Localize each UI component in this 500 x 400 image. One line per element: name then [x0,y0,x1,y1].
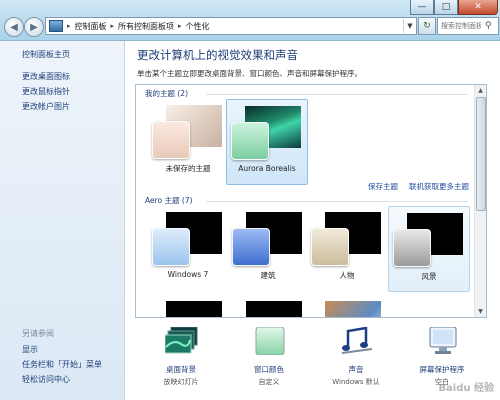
theme-thumbnail [246,301,302,317]
theme-unsaved[interactable]: 未保存的主题 [148,99,228,183]
link-ease-of-access[interactable]: 轻松访问中心 [22,374,70,385]
breadcrumb-chevron-icon[interactable]: ▸ [111,22,115,30]
search-input[interactable] [438,21,483,31]
scroll-down-icon[interactable]: ▼ [475,306,486,317]
search-icon[interactable]: ⚲ [485,21,492,31]
vertical-scrollbar[interactable]: ▲ ▼ [474,85,486,317]
theme-landscapes[interactable]: 风景 [388,206,470,292]
music-notes-icon [341,327,373,354]
forward-arrow-icon: ▶ [30,21,38,33]
setting-label: 窗口颜色 [254,365,284,374]
get-more-themes-link[interactable]: 联机获取更多主题 [409,181,469,192]
save-theme-link[interactable]: 保存主题 [368,181,398,192]
address-bar[interactable]: ▸ 控制面板 ▸ 所有控制面板项 ▸ 个性化 ▼ [45,17,417,35]
search-box[interactable]: ⚲ [437,17,499,35]
theme-label: 建筑 [260,271,276,280]
setting-sublabel: 自定义 [258,378,280,386]
theme-row-partial[interactable] [148,295,228,317]
refresh-icon: ↻ [423,21,431,31]
theme-thumbnail [166,301,222,317]
section-divider [206,94,468,95]
link-display[interactable]: 显示 [22,344,38,355]
window-color-setting[interactable]: 窗口颜色 自定义 [234,327,304,397]
theme-windows-7[interactable]: Windows 7 [148,206,228,290]
window-color-icon [255,327,285,355]
back-arrow-icon: ◀ [10,21,18,33]
desktop-background-setting[interactable]: 桌面背景 放映幻灯片 [146,327,216,397]
title-address-bar: — □ ✕ ◀ ▶ ▸ 控制面板 ▸ 所有控制面板项 ▸ 个性化 ▼ ↻ ⚲ [0,0,500,41]
theme-label: 未保存的主题 [165,164,211,173]
page-title: 更改计算机上的视觉效果和声音 [137,48,298,62]
setting-sublabel: 放映幻灯片 [163,378,199,386]
theme-list[interactable]: 我的主题 (2) 未保存的主题 Aurora Borealis 保存主题 联机获… [135,84,487,318]
page-description: 单击某个主题立即更改桌面背景、窗口颜色、声音和屏幕保护程序。 [137,69,362,78]
window-color-swatch [152,121,190,159]
window-color-swatch [232,228,270,266]
address-dropdown-icon[interactable]: ▼ [403,19,416,33]
theme-row-partial[interactable] [228,295,308,317]
sounds-setting[interactable]: 声音 Windows 默认 [321,327,391,397]
theme-thumbnail [325,301,381,317]
theme-characters[interactable]: 人物 [307,206,387,290]
section-divider [206,201,468,202]
screen-saver-icon [429,327,457,354]
main-pane: 更改计算机上的视觉效果和声音 单击某个主题立即更改桌面背景、窗口颜色、声音和屏幕… [125,41,500,400]
breadcrumb-chevron-icon[interactable]: ▸ [178,22,182,30]
window-color-swatch [311,228,349,266]
theme-label: 风景 [421,272,437,281]
setting-sublabel: Windows 默认 [332,378,380,386]
theme-label: 人物 [339,271,355,280]
window-color-swatch [152,228,190,266]
theme-architecture[interactable]: 建筑 [228,206,308,290]
window-color-swatch [231,122,269,160]
link-change-account-picture[interactable]: 更改帐户图片 [22,101,70,112]
breadcrumb-all-items[interactable]: 所有控制面板项 [118,21,174,32]
link-change-desktop-icons[interactable]: 更改桌面图标 [22,71,70,82]
window-color-swatch [393,229,431,267]
forward-button[interactable]: ▶ [24,17,44,37]
scroll-up-icon[interactable]: ▲ [475,85,486,96]
setting-label: 屏幕保护程序 [419,365,465,374]
link-change-mouse-pointers[interactable]: 更改鼠标指针 [22,86,70,97]
see-also-heading: 另请参阅 [22,329,54,338]
close-button[interactable]: ✕ [458,0,498,15]
back-button[interactable]: ◀ [4,17,24,37]
theme-row-partial[interactable] [307,295,387,317]
window-controls: — □ ✕ [410,0,498,15]
desktop-background-icon [165,327,198,354]
aero-themes-heading: Aero 主题 (7) [145,196,193,205]
maximize-button[interactable]: □ [434,0,458,15]
breadcrumb-chevron-icon[interactable]: ▸ [67,22,71,30]
scrollbar-thumb[interactable] [476,97,486,211]
setting-label: 声音 [348,365,364,374]
setting-label: 桌面背景 [166,365,196,374]
refresh-button[interactable]: ↻ [418,17,436,35]
left-pane: 控制面板主页 更改桌面图标 更改鼠标指针 更改帐户图片 另请参阅 显示 任务栏和… [0,41,125,400]
minimize-button[interactable]: — [410,0,434,15]
personalization-window: — □ ✕ ◀ ▶ ▸ 控制面板 ▸ 所有控制面板项 ▸ 个性化 ▼ ↻ ⚲ 控… [0,0,500,400]
theme-label: Windows 7 [167,270,209,279]
link-control-panel-home[interactable]: 控制面板主页 [22,49,70,60]
control-panel-icon [49,20,63,32]
theme-aurora-borealis[interactable]: Aurora Borealis [226,99,308,185]
breadcrumb-personalization[interactable]: 个性化 [186,21,210,32]
breadcrumb-control-panel[interactable]: 控制面板 [75,21,107,32]
my-themes-heading: 我的主题 (2) [145,89,189,98]
watermark: Baidu 经验 [438,383,494,394]
link-taskbar-start-menu[interactable]: 任务栏和「开始」菜单 [22,359,102,370]
theme-label: Aurora Borealis [238,164,296,173]
